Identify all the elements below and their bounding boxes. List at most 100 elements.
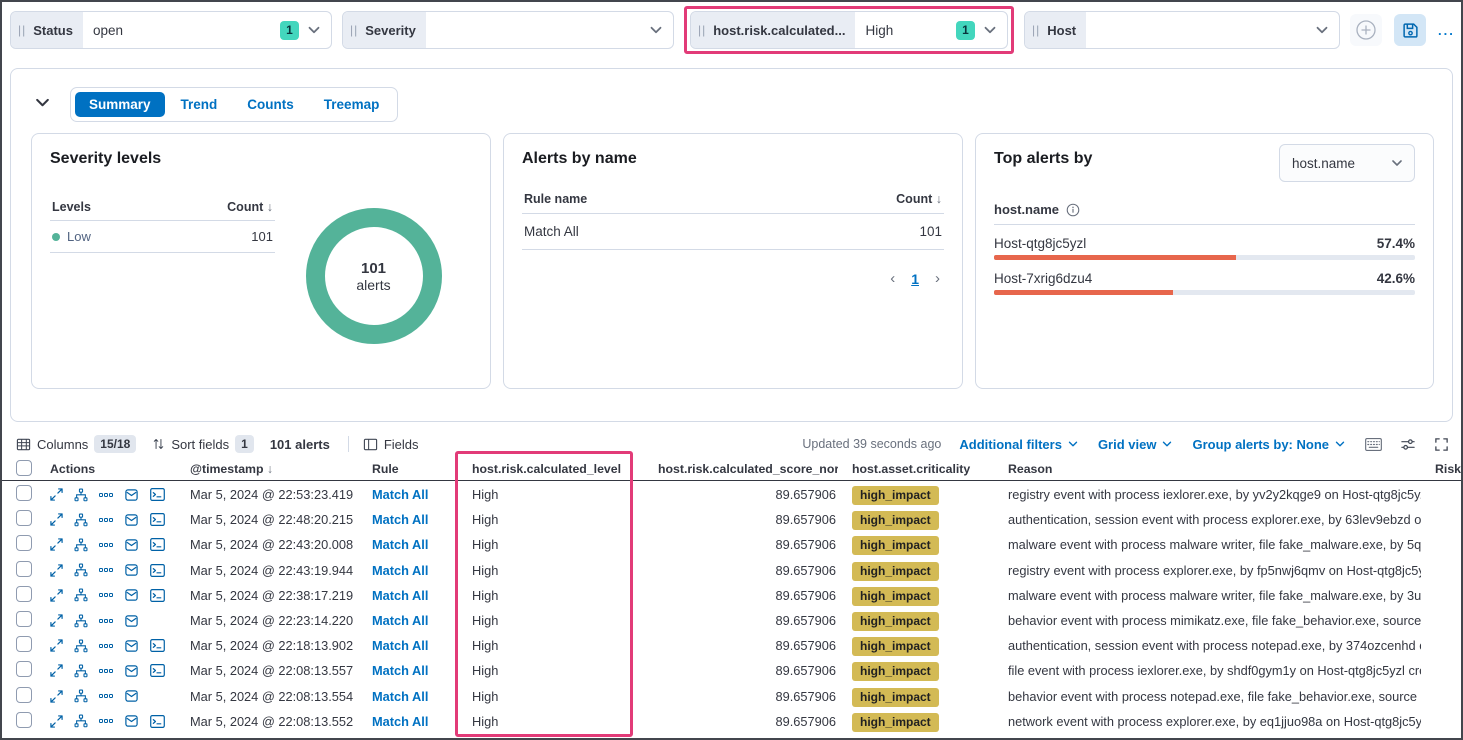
more-actions-icon[interactable] bbox=[99, 643, 113, 649]
analyze-event-icon[interactable] bbox=[74, 538, 88, 552]
row-checkbox[interactable] bbox=[16, 485, 32, 501]
info-icon[interactable] bbox=[1066, 203, 1080, 217]
collapse-summary-icon[interactable] bbox=[33, 93, 52, 117]
more-actions-icon[interactable] bbox=[99, 718, 113, 724]
expand-alert-icon[interactable] bbox=[50, 639, 63, 652]
col-criticality[interactable]: host.asset.criticality bbox=[838, 462, 998, 476]
investigate-timeline-icon[interactable] bbox=[124, 563, 139, 577]
more-actions-icon[interactable]: ... bbox=[1438, 23, 1455, 38]
chevron-down-icon[interactable] bbox=[305, 21, 323, 39]
session-view-icon[interactable] bbox=[150, 589, 165, 602]
col-count[interactable]: Count ↓ bbox=[227, 200, 273, 214]
sort-fields-button[interactable]: Sort fields 1 bbox=[152, 435, 254, 453]
session-view-icon[interactable] bbox=[150, 715, 165, 728]
rule-link[interactable]: Match All bbox=[372, 663, 428, 678]
additional-filters-button[interactable]: Additional filters bbox=[959, 437, 1080, 452]
analyze-event-icon[interactable] bbox=[74, 664, 88, 678]
top-alert-row[interactable]: Host-qtg8jc5yzl 57.4% bbox=[994, 236, 1415, 260]
row-checkbox[interactable] bbox=[16, 586, 32, 602]
reason-cell[interactable]: behavior event with process notepad.exe,… bbox=[998, 689, 1421, 704]
more-actions-icon[interactable] bbox=[99, 693, 113, 699]
more-actions-icon[interactable] bbox=[99, 592, 113, 598]
investigate-timeline-icon[interactable] bbox=[124, 488, 139, 502]
reason-cell[interactable]: network event with process explorer.exe,… bbox=[998, 714, 1421, 729]
analyze-event-icon[interactable] bbox=[74, 689, 88, 703]
col-rule-name[interactable]: Rule name bbox=[524, 192, 587, 206]
rule-link[interactable]: Match All bbox=[372, 537, 428, 552]
rule-link[interactable]: Match All bbox=[372, 613, 428, 628]
rule-link[interactable]: Match All bbox=[372, 689, 428, 704]
col-rule[interactable]: Rule bbox=[372, 462, 472, 476]
analyze-event-icon[interactable] bbox=[74, 513, 88, 527]
reason-cell[interactable]: behavior event with process mimikatz.exe… bbox=[998, 613, 1421, 628]
top-alert-row[interactable]: Host-7xrig6dzu4 42.6% bbox=[994, 271, 1415, 295]
more-actions-icon[interactable] bbox=[99, 567, 113, 573]
reason-cell[interactable]: authentication, session event with proce… bbox=[998, 512, 1421, 527]
tab-treemap[interactable]: Treemap bbox=[310, 92, 394, 117]
fullscreen-icon[interactable] bbox=[1434, 437, 1449, 452]
filter-host-risk-level[interactable]: ||host.risk.calculated... High 1 bbox=[690, 11, 1008, 49]
expand-alert-icon[interactable] bbox=[50, 614, 63, 627]
expand-alert-icon[interactable] bbox=[50, 488, 63, 501]
col-timestamp[interactable]: @timestamp ↓ bbox=[190, 462, 372, 476]
group-alerts-button[interactable]: Group alerts by: None bbox=[1192, 437, 1347, 452]
chevron-down-icon[interactable] bbox=[647, 21, 665, 39]
next-page-icon[interactable]: › bbox=[935, 270, 940, 287]
chevron-down-icon[interactable] bbox=[1313, 21, 1331, 39]
more-actions-icon[interactable] bbox=[99, 542, 113, 548]
rule-link[interactable]: Match All bbox=[372, 512, 428, 527]
drag-handle-icon[interactable]: || bbox=[698, 23, 706, 37]
reason-cell[interactable]: malware event with process malware write… bbox=[998, 588, 1421, 603]
page-1-button[interactable]: 1 bbox=[911, 271, 919, 287]
analyze-event-icon[interactable] bbox=[74, 488, 88, 502]
col-risk[interactable]: Risk bbox=[1421, 462, 1461, 476]
investigate-timeline-icon[interactable] bbox=[124, 588, 139, 602]
expand-alert-icon[interactable] bbox=[50, 715, 63, 728]
col-reason[interactable]: Reason bbox=[998, 462, 1421, 476]
analyze-event-icon[interactable] bbox=[74, 639, 88, 653]
expand-alert-icon[interactable] bbox=[50, 564, 63, 577]
analyze-event-icon[interactable] bbox=[74, 614, 88, 628]
drag-handle-icon[interactable]: || bbox=[1032, 23, 1040, 37]
expand-alert-icon[interactable] bbox=[50, 690, 63, 703]
analyze-event-icon[interactable] bbox=[74, 563, 88, 577]
investigate-timeline-icon[interactable] bbox=[124, 689, 139, 703]
expand-alert-icon[interactable] bbox=[50, 538, 63, 551]
columns-button[interactable]: Columns 15/18 bbox=[16, 435, 136, 453]
expand-alert-icon[interactable] bbox=[50, 589, 63, 602]
keyboard-shortcuts-icon[interactable] bbox=[1365, 437, 1382, 452]
col-count[interactable]: Count ↓ bbox=[896, 192, 942, 206]
prev-page-icon[interactable]: ‹ bbox=[890, 270, 895, 287]
analyze-event-icon[interactable] bbox=[74, 714, 88, 728]
more-actions-icon[interactable] bbox=[99, 492, 113, 498]
investigate-timeline-icon[interactable] bbox=[124, 664, 139, 678]
rule-link[interactable]: Match All bbox=[372, 588, 428, 603]
row-checkbox[interactable] bbox=[16, 636, 32, 652]
investigate-timeline-icon[interactable] bbox=[124, 513, 139, 527]
add-filter-icon[interactable] bbox=[1350, 14, 1382, 46]
tab-summary[interactable]: Summary bbox=[75, 92, 165, 117]
col-score[interactable]: host.risk.calculated_score_norm bbox=[658, 462, 838, 476]
session-view-icon[interactable] bbox=[150, 513, 165, 526]
reason-cell[interactable]: file event with process iexlorer.exe, by… bbox=[998, 663, 1421, 678]
row-checkbox[interactable] bbox=[16, 535, 32, 551]
rule-link[interactable]: Match All bbox=[372, 563, 428, 578]
session-view-icon[interactable] bbox=[150, 488, 165, 501]
investigate-timeline-icon[interactable] bbox=[124, 614, 139, 628]
investigate-timeline-icon[interactable] bbox=[124, 639, 139, 653]
analyze-event-icon[interactable] bbox=[74, 588, 88, 602]
chevron-down-icon[interactable] bbox=[981, 21, 999, 39]
filter-host[interactable]: ||Host bbox=[1024, 11, 1340, 49]
investigate-timeline-icon[interactable] bbox=[124, 714, 139, 728]
select-all-checkbox[interactable] bbox=[16, 460, 32, 476]
session-view-icon[interactable] bbox=[150, 538, 165, 551]
save-icon[interactable] bbox=[1394, 14, 1426, 46]
row-checkbox[interactable] bbox=[16, 712, 32, 728]
grid-view-button[interactable]: Grid view bbox=[1098, 437, 1175, 452]
reason-cell[interactable]: malware event with process malware write… bbox=[998, 537, 1421, 552]
more-actions-icon[interactable] bbox=[99, 517, 113, 523]
reason-cell[interactable]: registry event with process explorer.exe… bbox=[998, 563, 1421, 578]
expand-alert-icon[interactable] bbox=[50, 664, 63, 677]
row-checkbox[interactable] bbox=[16, 661, 32, 677]
filter-severity[interactable]: ||Severity bbox=[342, 11, 674, 49]
